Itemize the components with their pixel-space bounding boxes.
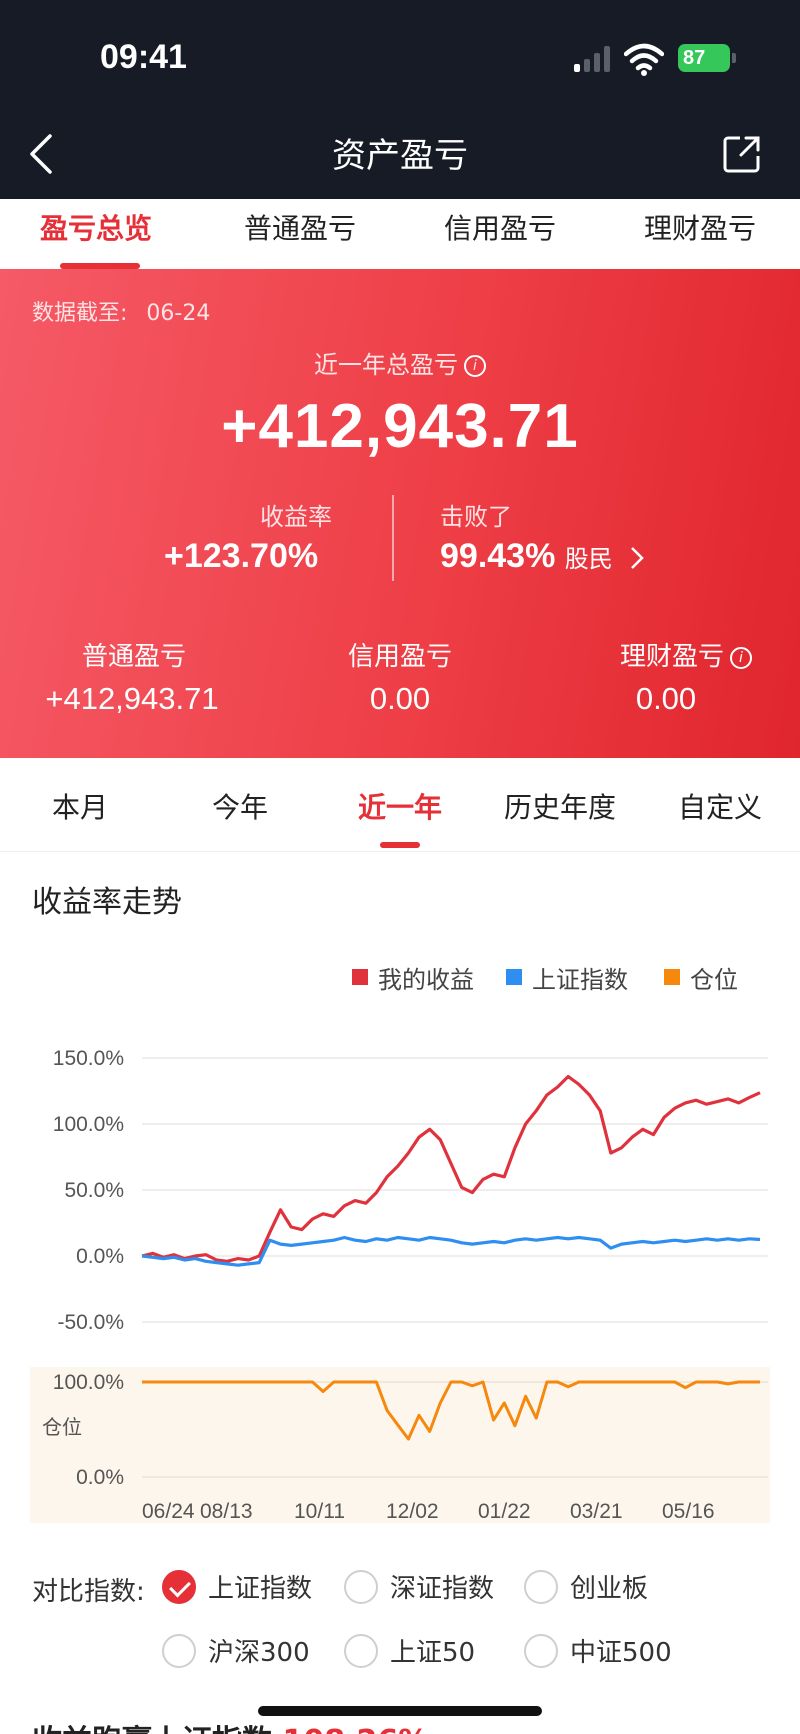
category-tabs: 盈亏总览 普通盈亏 信用盈亏 理财盈亏: [0, 199, 800, 269]
total-profit: +412,943.71: [221, 392, 579, 461]
radio-icon: [344, 1633, 378, 1668]
beat-suffix: 股民: [564, 545, 613, 573]
position-tick-label: 100.0%: [53, 1371, 124, 1394]
wealth-label-text: 理财盈亏: [619, 642, 724, 672]
as-of: 数据截至: 06-24: [32, 295, 210, 327]
legend-swatch-my-return: [352, 969, 368, 985]
beat-value: 99.43%: [440, 537, 556, 575]
legend-label: 仓位: [690, 965, 738, 994]
return-trend-chart[interactable]: 150.0% 100.0% 50.0% 0.0% -50.0% 100.0% 0.0% 06…: [0, 1010, 800, 1550]
status-time: 09:41: [100, 38, 187, 76]
beat-link[interactable]: 99.43% 股民: [440, 537, 646, 576]
tab-wealth[interactable]: 理财盈亏: [644, 207, 756, 247]
compare-label: 对比指数:: [32, 1577, 145, 1607]
y-tick-label: 50.0%: [64, 1179, 124, 1202]
legend-swatch-position: [664, 969, 680, 985]
summary-card: 数据截至: 06-24 近一年总盈亏 i +412,943.71 收益率 +123…: [0, 269, 800, 758]
chevron-right-icon: [631, 547, 645, 569]
tab-credit[interactable]: 信用盈亏: [444, 207, 556, 247]
outperform-summary: 收益跑赢上证指数 108.26%: [32, 1716, 428, 1734]
home-indicator[interactable]: [258, 1706, 542, 1716]
radio-icon: [162, 1633, 196, 1668]
legend-my-return[interactable]: 我的收益: [352, 960, 474, 994]
legend-label: 上证指数: [532, 965, 628, 994]
wealth-value: 0.00: [635, 681, 697, 716]
normal-value: +412,943.71: [45, 681, 219, 716]
as-of-date: 06-24: [146, 301, 211, 326]
x-tick-label: 12/02: [386, 1500, 439, 1523]
y-tick-label: -50.0%: [57, 1311, 124, 1334]
page-title: 资产盈亏: [332, 136, 468, 176]
divider: [392, 495, 394, 581]
radio-checked-icon: [162, 1569, 196, 1604]
share-icon[interactable]: [722, 134, 762, 174]
my-return-series-line: [141, 1074, 761, 1263]
x-tick-label: 08/13: [200, 1500, 253, 1523]
compare-option-szse[interactable]: 深证指数: [344, 1568, 494, 1605]
range-tabs: 本月 今年 近一年 历史年度 自定义: [0, 758, 800, 852]
range-tab-month[interactable]: 本月: [0, 786, 160, 826]
option-label: 沪深300: [208, 1638, 310, 1668]
return-value: +123.70%: [164, 537, 319, 575]
y-tick-label: 150.0%: [53, 1047, 124, 1070]
option-label: 创业板: [570, 1574, 649, 1604]
y-tick-label: 100.0%: [53, 1113, 124, 1136]
beat-label: 击败了: [440, 503, 512, 531]
position-tick-label: 0.0%: [76, 1466, 124, 1489]
period-label-text: 近一年总盈亏: [314, 351, 458, 379]
return-label: 收益率: [260, 503, 332, 531]
legend-position[interactable]: 仓位: [664, 960, 738, 994]
normal-label: 普通盈亏: [81, 642, 186, 672]
credit-value: 0.00: [369, 681, 431, 716]
radio-icon: [344, 1569, 378, 1604]
tab-overview[interactable]: 盈亏总览: [40, 207, 152, 247]
position-axis-label: 仓位: [42, 1415, 82, 1439]
wifi-icon: [624, 43, 664, 76]
option-label: 深证指数: [390, 1574, 495, 1604]
radio-icon: [524, 1569, 558, 1604]
chart-title: 收益率走势: [32, 885, 182, 920]
range-tab-last-year[interactable]: 近一年: [320, 786, 480, 826]
range-tab-custom[interactable]: 自定义: [640, 786, 800, 826]
range-tab-history[interactable]: 历史年度: [480, 786, 640, 826]
tab-normal[interactable]: 普通盈亏: [244, 207, 356, 247]
x-tick-label: 01/22: [478, 1500, 531, 1523]
period-label: 近一年总盈亏 i: [0, 345, 800, 380]
wealth-label: 理财盈亏 i: [576, 636, 796, 673]
x-tick-label: 06/24: [142, 1500, 195, 1523]
compare-option-sse50[interactable]: 上证50: [344, 1632, 475, 1669]
x-tick-label: 05/16: [662, 1500, 715, 1523]
compare-option-csi300[interactable]: 沪深300: [162, 1632, 310, 1669]
x-tick-label: 10/11: [294, 1500, 345, 1523]
info-icon[interactable]: i: [464, 355, 486, 377]
top-bar: 09:41 87 资产盈亏: [0, 0, 800, 199]
legend-sse[interactable]: 上证指数: [506, 960, 628, 994]
active-range-indicator: [380, 842, 420, 848]
as-of-label: 数据截至:: [32, 301, 128, 326]
x-tick-label: 03/21: [570, 1500, 623, 1523]
cellular-signal-icon: [574, 46, 614, 72]
outperform-value: 108.26%: [282, 1724, 428, 1734]
option-label: 上证50: [390, 1638, 476, 1668]
range-tab-year[interactable]: 今年: [160, 786, 320, 826]
compare-option-csi500[interactable]: 中证500: [524, 1632, 672, 1669]
credit-label: 信用盈亏: [347, 642, 452, 672]
legend-swatch-sse: [506, 969, 522, 985]
outperform-label: 收益跑赢上证指数: [32, 1724, 272, 1734]
compare-option-sse[interactable]: 上证指数: [162, 1568, 312, 1605]
legend-label: 我的收益: [378, 965, 474, 994]
compare-option-chinext[interactable]: 创业板: [524, 1568, 648, 1605]
info-icon[interactable]: i: [730, 646, 752, 669]
battery-icon: 87: [678, 44, 736, 72]
option-label: 上证指数: [208, 1574, 313, 1604]
radio-icon: [524, 1633, 558, 1668]
y-tick-label: 0.0%: [76, 1245, 124, 1268]
option-label: 中证500: [570, 1638, 672, 1668]
